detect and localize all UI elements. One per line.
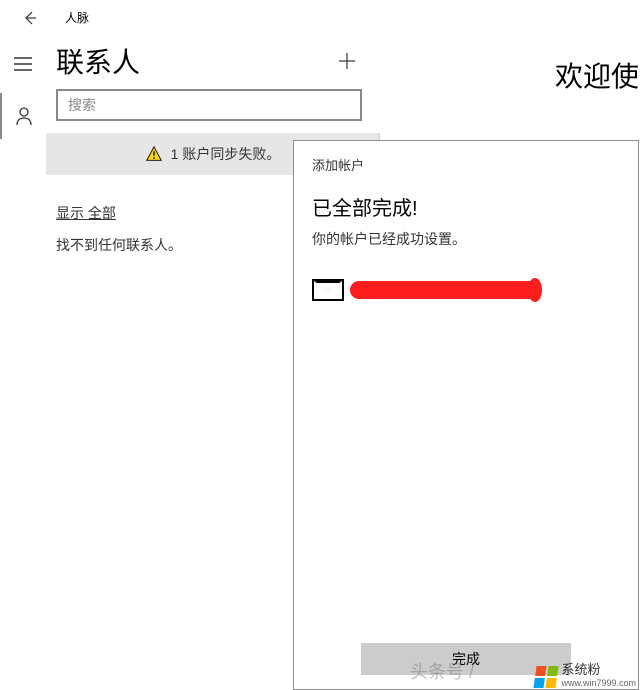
dialog-title: 添加帐户 [294, 141, 638, 192]
dialog-heading: 已全部完成! [294, 192, 638, 229]
plus-icon [337, 51, 357, 71]
contacts-heading: 联系人 [56, 41, 140, 81]
search-input[interactable] [68, 97, 350, 113]
watermark-brand-text: 系统粉 [561, 659, 636, 678]
add-contact-button[interactable] [332, 46, 362, 76]
warning-icon [145, 145, 163, 163]
contacts-nav-button[interactable] [0, 93, 45, 139]
hamburger-icon [14, 57, 32, 71]
back-arrow-icon [22, 10, 38, 26]
left-rail [0, 45, 46, 139]
welcome-heading: 欢迎使 [555, 55, 639, 95]
search-box[interactable] [56, 89, 362, 121]
account-email-row [294, 279, 638, 301]
app-title: 人脉 [65, 9, 89, 26]
envelope-icon [312, 279, 344, 301]
top-bar: 人脉 [0, 0, 380, 35]
person-icon [15, 106, 33, 126]
watermark-url: www.win7999.com [561, 678, 636, 688]
microsoft-logo-icon [534, 666, 559, 688]
dialog-subtitle: 你的帐户已经成功设置。 [294, 229, 638, 279]
hamburger-menu-button[interactable] [0, 45, 46, 83]
contacts-header: 联系人 [0, 35, 380, 87]
sync-error-text: 1 账户同步失败。 [171, 144, 281, 164]
back-button[interactable] [20, 8, 40, 28]
add-account-dialog: 添加帐户 已全部完成! 你的帐户已经成功设置。 完成 [293, 140, 639, 690]
watermark-source: 头条号 / [410, 658, 474, 684]
watermark-brand: 系统粉 www.win7999.com [535, 659, 636, 688]
redacted-email [350, 281, 540, 299]
